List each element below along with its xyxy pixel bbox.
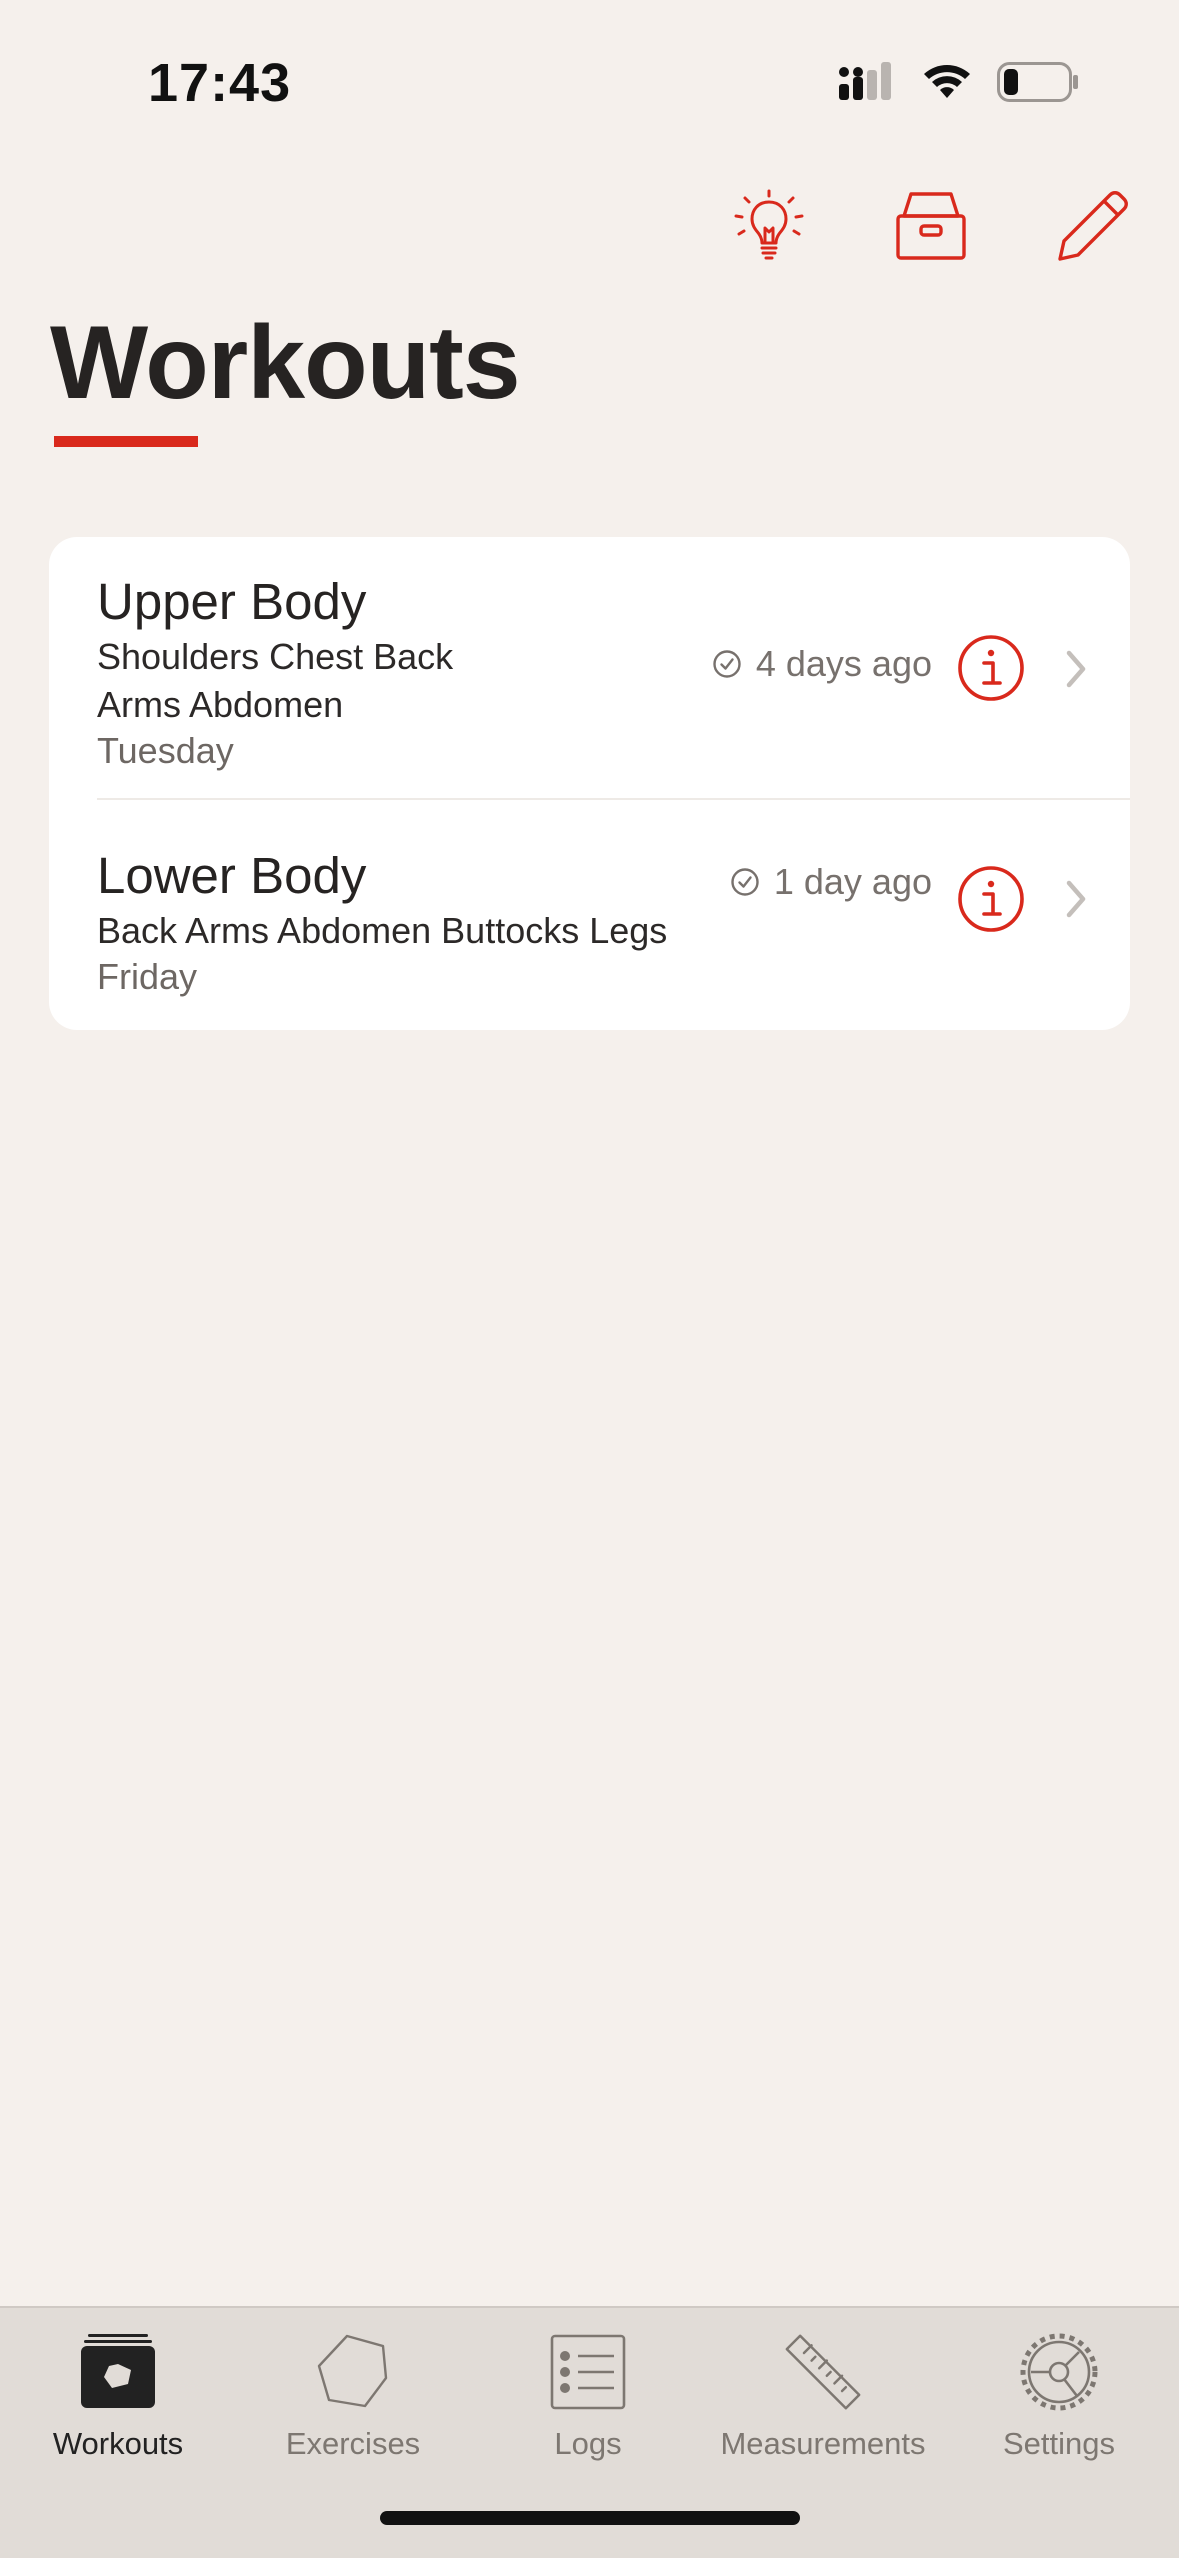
tab-label: Logs — [554, 2426, 622, 2461]
tab-settings[interactable]: Settings — [944, 2322, 1174, 2482]
toolbar — [723, 180, 1139, 272]
chevron-right-icon — [1066, 880, 1086, 918]
tab-label: Exercises — [285, 2426, 421, 2461]
workout-row-text: Lower Body Back Arms Abdomen Buttocks Le… — [97, 845, 667, 999]
checkmark-circle-icon — [713, 650, 741, 678]
tab-label: Workouts — [52, 2426, 184, 2461]
workouts-icon — [81, 2334, 155, 2408]
workout-muscles: Back Arms Abdomen Buttocks Legs — [97, 910, 668, 951]
pencil-icon — [1058, 191, 1128, 261]
status-icons — [839, 62, 1079, 102]
last-done-text: 1 day ago — [773, 861, 932, 902]
last-done-text: 4 days ago — [755, 643, 932, 684]
tab-label: Measurements — [720, 2426, 926, 2461]
tab-measurements[interactable]: Measurements — [708, 2322, 938, 2482]
tab-workouts[interactable]: Workouts — [3, 2322, 233, 2482]
workout-row-upper-body[interactable]: Upper Body Shoulders Chest Back Arms Abd… — [49, 537, 1130, 799]
battery-icon — [997, 62, 1078, 102]
workout-title: Lower Body — [97, 847, 367, 904]
ruler-icon — [785, 2334, 861, 2410]
tab-exercises[interactable]: Exercises — [238, 2322, 468, 2482]
last-done: 4 days ago — [712, 643, 932, 685]
workout-row-text: Upper Body Shoulders Chest Back Arms Abd… — [97, 571, 453, 773]
hexagon-icon — [317, 2334, 388, 2408]
page-title: Workouts — [50, 305, 521, 421]
workout-muscles: Shoulders Chest Back — [97, 636, 454, 677]
info-button[interactable] — [957, 634, 1025, 702]
status-bar: 17:43 — [0, 0, 1179, 170]
lightbulb-icon — [734, 189, 804, 260]
checkmark-circle-icon — [731, 868, 759, 896]
workout-day: Tuesday — [97, 730, 234, 771]
tab-label: Settings — [1002, 2426, 1115, 2461]
list-icon — [550, 2334, 626, 2410]
title-underline — [54, 436, 198, 447]
last-done: 1 day ago — [730, 861, 932, 903]
tab-logs[interactable]: Logs — [473, 2322, 703, 2482]
gear-icon — [1020, 2333, 1098, 2411]
cellular-signal-icon — [839, 62, 891, 100]
workout-muscles: Arms Abdomen — [97, 684, 344, 725]
workouts-list: Upper Body Shoulders Chest Back Arms Abd… — [49, 537, 1130, 1030]
edit-button[interactable] — [1047, 180, 1139, 272]
chevron-right-icon — [1066, 650, 1086, 688]
archive-icon — [896, 192, 966, 260]
info-button[interactable] — [957, 865, 1025, 933]
status-time: 17:43 — [148, 53, 292, 113]
workout-day: Friday — [97, 956, 198, 997]
tips-button[interactable] — [723, 180, 815, 272]
archive-button[interactable] — [885, 180, 977, 272]
wifi-icon — [924, 65, 970, 98]
home-indicator — [380, 2511, 800, 2525]
workout-row-lower-body[interactable]: Lower Body Back Arms Abdomen Buttocks Le… — [49, 799, 1130, 1030]
workout-title: Upper Body — [97, 573, 367, 630]
